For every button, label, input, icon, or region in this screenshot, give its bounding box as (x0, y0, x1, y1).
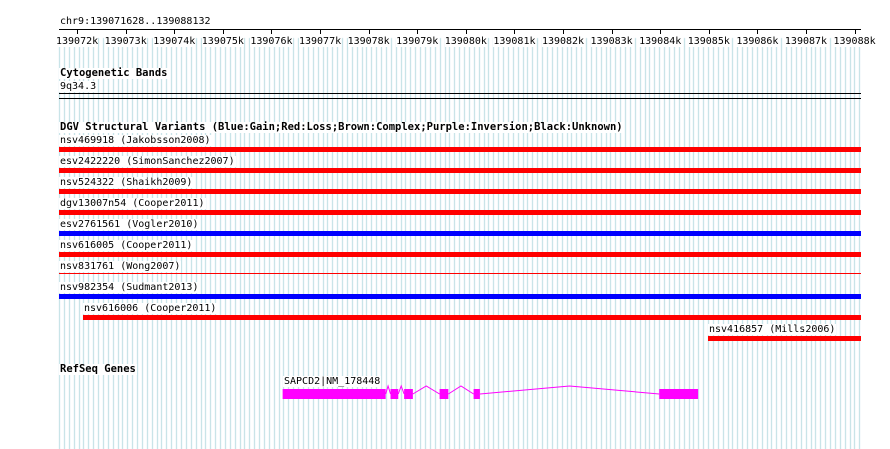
dgv-track-title: DGV Structural Variants (Blue:Gain;Red:L… (59, 121, 624, 133)
ruler-tick (660, 29, 661, 34)
ruler-tick (855, 29, 856, 34)
gene-exon (659, 389, 699, 399)
ruler-tick (174, 29, 175, 34)
refseq-track-title: RefSeq Genes (59, 363, 137, 375)
ruler-tick-label: 139072k (55, 36, 99, 47)
ruler-tick-label: 139085k (687, 36, 730, 47)
gene-exon (404, 389, 413, 399)
ruler-tick-label: 139088k (833, 36, 876, 47)
ruler-tick (466, 29, 467, 34)
ruler-tick (271, 29, 272, 34)
variant-label[interactable]: nsv616005 (Cooper2011) (59, 240, 194, 251)
variant-label[interactable]: nsv616006 (Cooper2011) (83, 303, 218, 314)
ruler-tick-label: 139083k (590, 36, 633, 47)
gene-intron (448, 385, 474, 395)
ruler-tick (417, 29, 418, 34)
ruler-tick-label: 139075k (201, 36, 244, 47)
gene-intron (412, 385, 440, 395)
cytoband-label: 9q34.3 (59, 81, 98, 92)
ruler-tick (806, 29, 807, 34)
ruler-tick (514, 29, 515, 34)
ruler-tick (612, 29, 613, 34)
ruler-tick (563, 29, 564, 34)
ruler-tick-label: 139080k (444, 36, 487, 47)
gene-intron (479, 385, 660, 395)
gene-exon (282, 389, 386, 399)
ruler-tick-label: 139078k (347, 36, 390, 47)
ruler-tick (757, 29, 758, 34)
location-label: chr9:139071628..139088132 (59, 16, 212, 27)
ruler-tick-label: 139073k (104, 36, 147, 47)
ruler-tick (320, 29, 321, 34)
ruler-tick-label: 139086k (736, 36, 779, 47)
ruler-tick (709, 29, 710, 34)
gene-exon (473, 389, 480, 399)
ruler-tick-label: 139074k (153, 36, 196, 47)
ruler-tick-label: 139087k (784, 36, 828, 47)
variant-label[interactable]: nsv416857 (Mills2006) (708, 324, 837, 335)
ruler-tick-label: 139077k (298, 36, 342, 47)
ruler-tick-label: 139079k (396, 36, 439, 47)
gene-label[interactable]: SAPCD2|NM_178448 (283, 376, 382, 387)
ruler-tick-label: 139084k (639, 36, 682, 47)
variant-label[interactable]: nsv524322 (Shaikh2009) (59, 177, 194, 188)
variant-label[interactable]: nsv982354 (Sudmant2013) (59, 282, 200, 293)
ruler-tick (369, 29, 370, 34)
variant-label[interactable]: nsv831761 (Wong2007) (59, 261, 182, 272)
ruler-tick-label: 139082k (541, 36, 585, 47)
ruler-tick (223, 29, 224, 34)
gene-intron (397, 384, 405, 395)
gene-exon (439, 389, 449, 399)
ruler-tick (126, 29, 127, 34)
ruler-tick (77, 29, 78, 34)
variant-label[interactable]: esv2422220 (SimonSanchez2007) (59, 156, 236, 167)
variant-label[interactable]: dgv13007n54 (Cooper2011) (59, 198, 206, 209)
ruler-tick-label: 139076k (250, 36, 293, 47)
gene-intron (385, 384, 391, 395)
ruler-tick-label: 139081k (493, 36, 536, 47)
variant-label[interactable]: esv2761561 (Vogler2010) (59, 219, 200, 230)
gene-exon (390, 389, 399, 399)
variant-label[interactable]: nsv469918 (Jakobsson2008) (59, 135, 212, 146)
cytoband-track-title: Cytogenetic Bands (59, 67, 169, 79)
